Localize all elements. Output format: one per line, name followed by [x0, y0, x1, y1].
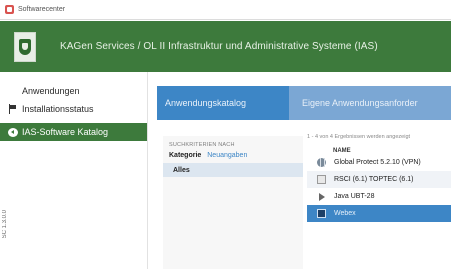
results-list: 1 - 4 von 4 Ergebnissen werden angezeigt… [307, 134, 451, 269]
play-icon [319, 192, 325, 201]
sidebar-item-label: Installationsstatus [22, 104, 94, 114]
grid-icon [8, 86, 18, 96]
filter-panel: SUCHKRITERIEN NACH Kategorie Neuangaben … [163, 136, 303, 269]
sidebar-item-label: IAS-Software Katalog [22, 127, 109, 137]
sidebar-item-ias-software-katalog[interactable]: IAS-Software Katalog [0, 123, 147, 141]
version-label: SC 1.3.0.0 [2, 210, 8, 239]
filter-heading: SUCHKRITERIEN NACH [169, 142, 235, 148]
main-panel: Anwendungskatalog Eigene Anwendungsanfor… [149, 72, 451, 269]
sidebar: Anwendungen Installationsstatus IAS-Soft… [0, 72, 148, 269]
list-item-label: RSCI (6.1) TOPTEC (6.1) [334, 176, 414, 183]
filter-all-option[interactable]: Alles [163, 163, 303, 177]
flag-icon [8, 104, 18, 114]
tab-bar: Anwendungskatalog Eigene Anwendungsanfor… [157, 86, 451, 120]
crest-icon [19, 38, 31, 55]
category-label: Kategorie [169, 152, 202, 159]
sidebar-item-label: Anwendungen [22, 86, 80, 96]
app-icon [5, 5, 14, 14]
window-title: Softwarecenter [18, 6, 66, 13]
sidebar-item-anwendungen[interactable]: Anwendungen [0, 82, 147, 100]
list-item-label: Java UBT-28 [334, 193, 375, 200]
logo [14, 31, 36, 62]
window-icon [317, 209, 326, 218]
title-bar: Softwarecenter [0, 0, 451, 20]
list-item-label: Global Protect 5.2.10 (VPN) [334, 159, 421, 166]
list-item[interactable]: Webex [307, 205, 451, 222]
list-item-label: Webex [334, 210, 356, 217]
tab-eigene-anwendungsanforderungen[interactable]: Eigene Anwendungsanforder [294, 86, 426, 120]
reset-link[interactable]: Neuangaben [207, 152, 247, 159]
package-icon [317, 175, 326, 184]
category-row: Kategorie Neuangaben [163, 148, 303, 159]
globe-icon [317, 158, 326, 167]
list-item[interactable]: Global Protect 5.2.10 (VPN) [307, 154, 451, 171]
sidebar-item-installationsstatus[interactable]: Installationsstatus [0, 100, 147, 118]
header-title: KAGen Services / OL II Infrastruktur und… [60, 41, 378, 52]
disc-back-icon [8, 127, 18, 137]
result-count: 1 - 4 von 4 Ergebnissen werden angezeigt [307, 134, 411, 140]
tab-anwendungskatalog[interactable]: Anwendungskatalog [157, 86, 289, 120]
header-banner: KAGen Services / OL II Infrastruktur und… [0, 21, 451, 72]
list-item[interactable]: Java UBT-28 [307, 188, 451, 205]
catalog-content: SUCHKRITERIEN NACH Kategorie Neuangaben … [157, 128, 451, 269]
list-item[interactable]: RSCI (6.1) TOPTEC (6.1) [307, 171, 451, 188]
